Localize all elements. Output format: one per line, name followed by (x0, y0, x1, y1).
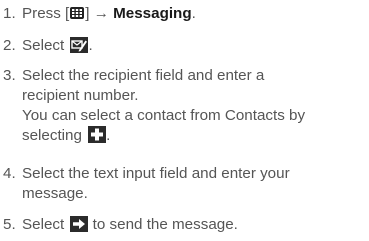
step-3: 3. Select the recipient field and enter … (0, 66, 305, 149)
step-4: 4. Select the text input field and enter… (0, 164, 290, 204)
step-4-line-1: Select the text input field and enter yo… (22, 165, 290, 182)
step-text: Press [ (22, 5, 70, 22)
step-text: ] → (85, 5, 114, 22)
step-text: selecting (22, 127, 87, 144)
menu-grid-icon (70, 5, 85, 25)
step-1: 1. Press [ ] → Messaging. (0, 4, 196, 25)
step-text: Select (22, 216, 69, 233)
step-number: 5. (3, 216, 16, 233)
step-4-line-2: message. (22, 185, 88, 202)
step-3-line-4: selecting . (22, 126, 305, 149)
step-2-line: Select . (22, 36, 93, 59)
step-number: 2. (3, 37, 16, 54)
step-text: . (191, 5, 196, 22)
step-3-line-2: recipient number. (22, 87, 139, 104)
step-5-line: Select to send the message. (22, 215, 238, 238)
step-1-line: Press [ ] → Messaging. (22, 4, 196, 25)
step-5: 5. Select to send the message. (0, 215, 238, 238)
step-number: 1. (3, 5, 16, 22)
step-text: . (106, 127, 111, 144)
step-3-line-3: You can select a contact from Contacts b… (22, 107, 306, 124)
step-3-line-1: Select the recipient field and enter a (22, 67, 265, 84)
menu-item-messaging: Messaging (113, 5, 192, 22)
step-number: 3. (3, 67, 16, 84)
send-arrow-icon (70, 216, 89, 238)
step-2: 2. Select . (0, 36, 93, 59)
add-contact-icon (88, 126, 107, 149)
step-text: . (88, 37, 93, 54)
step-text: Select (22, 37, 69, 54)
step-text: to send the message. (88, 216, 238, 233)
compose-message-icon (70, 37, 89, 59)
step-number: 4. (3, 165, 16, 182)
